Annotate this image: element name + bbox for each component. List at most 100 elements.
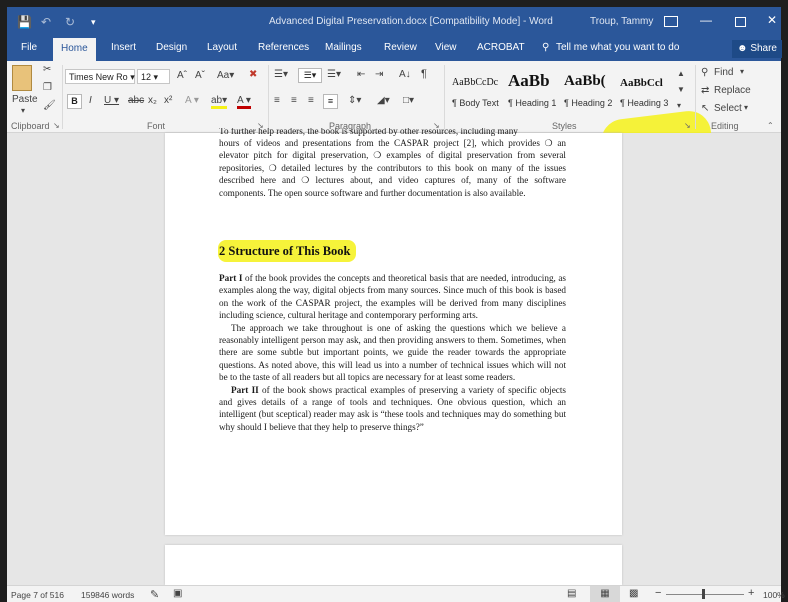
text-effects-icon[interactable]: A ▾: [185, 95, 199, 106]
bullets-icon[interactable]: ☰▾: [274, 69, 288, 80]
style-preview: AaBb: [508, 71, 550, 90]
line-spacing-icon[interactable]: ⇕▾: [348, 95, 361, 106]
select-dropdown-icon[interactable]: ▾: [744, 103, 748, 112]
styles-scroll-up-icon[interactable]: ▲: [677, 69, 685, 78]
zoom-slider-track[interactable]: [666, 594, 744, 595]
page-count[interactable]: Page 7 of 516: [11, 590, 64, 600]
decrease-indent-icon[interactable]: ⇤: [357, 69, 365, 80]
collapse-ribbon-icon[interactable]: ⌃: [767, 121, 774, 130]
zoom-in-icon[interactable]: +: [748, 587, 754, 599]
read-mode-icon[interactable]: ▤: [567, 588, 576, 599]
close-icon[interactable]: ✕: [767, 13, 777, 27]
macro-icon[interactable]: ▣: [173, 588, 182, 599]
align-right-icon[interactable]: ≡: [308, 95, 314, 106]
zoom-slider-thumb[interactable]: [702, 589, 705, 599]
format-painter-icon[interactable]: 🖌: [43, 100, 56, 111]
save-icon[interactable]: 💾: [17, 15, 32, 29]
find-button[interactable]: Find: [714, 67, 733, 78]
multilevel-list-icon[interactable]: ☰▾: [327, 69, 341, 80]
tab-file[interactable]: File: [21, 42, 37, 53]
run: of the book shows practical examples of …: [219, 384, 566, 432]
tab-layout[interactable]: Layout: [207, 42, 237, 53]
tab-home[interactable]: Home: [53, 38, 96, 61]
paragraph-part2: Part II of the book shows practical exam…: [219, 384, 566, 434]
select-button[interactable]: Select: [714, 103, 742, 114]
superscript-icon[interactable]: x²: [164, 95, 172, 106]
document-page[interactable]: [165, 545, 622, 585]
font-size-combo[interactable]: 12 ▾: [137, 69, 170, 84]
grow-font-icon[interactable]: Aˆ: [177, 70, 187, 81]
ribbon-home: Paste ▾ ✂ ❐ 🖌 Clipboard ↘ Times New Ro ▾…: [7, 61, 781, 196]
font-size-value: 12: [141, 72, 152, 82]
print-layout-icon[interactable]: ▦: [590, 586, 620, 602]
tab-review[interactable]: Review: [384, 42, 417, 53]
zoom-level[interactable]: 100%: [763, 590, 785, 600]
ribbon-tabs: File Home Insert Design Layout Reference…: [7, 36, 782, 61]
style-preview: AaBbCcl: [620, 77, 663, 89]
style-heading-1[interactable]: AaBb ¶ Heading 1: [506, 68, 560, 114]
paste-button[interactable]: Paste: [12, 94, 38, 105]
styles-more-icon[interactable]: ▾: [677, 101, 681, 110]
sort-icon[interactable]: A↓: [399, 69, 411, 80]
undo-icon[interactable]: ↶: [41, 15, 51, 29]
body-text: Part I of the book provides the concepts…: [219, 272, 566, 433]
change-case-icon[interactable]: Aa▾: [217, 70, 234, 81]
status-bar: Page 7 of 516 159846 words ✎ ▣ ▤ ▦ ▩ − +…: [7, 585, 785, 602]
strikethrough-icon[interactable]: abc: [128, 95, 144, 106]
tab-insert[interactable]: Insert: [111, 42, 136, 53]
find-icon[interactable]: ⚲: [701, 67, 708, 78]
window-title: Advanced Digital Preservation.docx [Comp…: [269, 16, 553, 27]
replace-button[interactable]: Replace: [714, 85, 751, 96]
paste-dropdown-icon[interactable]: ▾: [21, 106, 25, 115]
style-preview: AaBbCcDc: [452, 77, 499, 88]
bold-icon[interactable]: B: [67, 94, 82, 109]
paste-icon[interactable]: [12, 65, 32, 91]
tab-acrobat[interactable]: ACROBAT: [477, 42, 525, 53]
align-center-icon[interactable]: ≡: [291, 95, 297, 106]
borders-icon[interactable]: □▾: [403, 95, 414, 106]
show-formatting-icon[interactable]: ¶: [421, 68, 427, 80]
user-name[interactable]: Troup, Tammy: [590, 16, 653, 27]
redo-icon[interactable]: ↻: [65, 15, 75, 29]
share-button[interactable]: ☻ Share: [732, 40, 782, 58]
style-heading-3[interactable]: AaBbCcl ¶ Heading 3: [618, 68, 672, 114]
style-heading-2[interactable]: AaBb( ¶ Heading 2: [562, 68, 616, 114]
tab-mailings[interactable]: Mailings: [325, 42, 362, 53]
copy-icon[interactable]: ❐: [43, 82, 52, 93]
font-color-icon[interactable]: A ▾: [237, 95, 251, 109]
find-dropdown-icon[interactable]: ▾: [740, 67, 744, 76]
minimize-icon[interactable]: —: [700, 13, 712, 27]
cut-icon[interactable]: ✂: [43, 64, 51, 75]
tab-design[interactable]: Design: [156, 42, 187, 53]
underline-icon[interactable]: U ▾: [104, 95, 119, 106]
clipboard-launcher-icon[interactable]: ↘: [53, 121, 60, 130]
maximize-icon[interactable]: [735, 17, 746, 27]
proofing-icon[interactable]: ✎: [150, 588, 159, 601]
web-layout-icon[interactable]: ▩: [629, 588, 638, 599]
bold-run: Part I: [219, 273, 243, 283]
styles-launcher-icon[interactable]: ↘: [684, 121, 691, 130]
select-icon[interactable]: ↖: [701, 103, 709, 114]
italic-icon[interactable]: I: [89, 95, 92, 106]
font-name-combo[interactable]: Times New Ro ▾: [65, 69, 135, 84]
subscript-icon[interactable]: x₂: [148, 95, 157, 106]
zoom-out-icon[interactable]: −: [655, 587, 661, 599]
shrink-font-icon[interactable]: Aˇ: [195, 70, 205, 81]
replace-icon[interactable]: ⇄: [701, 85, 709, 96]
word-count[interactable]: 159846 words: [81, 590, 134, 600]
styles-scroll-down-icon[interactable]: ▼: [677, 85, 685, 94]
justify-icon[interactable]: ≡: [323, 94, 338, 109]
style-body-text[interactable]: AaBbCcDc ¶ Body Text: [450, 68, 504, 114]
ribbon-display-icon[interactable]: [664, 16, 678, 27]
tell-me-box[interactable]: Tell me what you want to do: [556, 42, 679, 53]
tab-view[interactable]: View: [435, 42, 457, 53]
numbering-icon[interactable]: ☰▾: [298, 68, 322, 83]
divider: [444, 65, 445, 129]
highlight-color-icon[interactable]: ab▾: [211, 95, 228, 109]
increase-indent-icon[interactable]: ⇥: [375, 69, 383, 80]
shading-icon[interactable]: ◢▾: [377, 95, 390, 106]
customize-qat-icon[interactable]: ▾: [91, 17, 96, 28]
clear-formatting-icon[interactable]: ✖: [249, 69, 257, 80]
tab-references[interactable]: References: [258, 42, 309, 53]
align-left-icon[interactable]: ≡: [274, 95, 280, 106]
